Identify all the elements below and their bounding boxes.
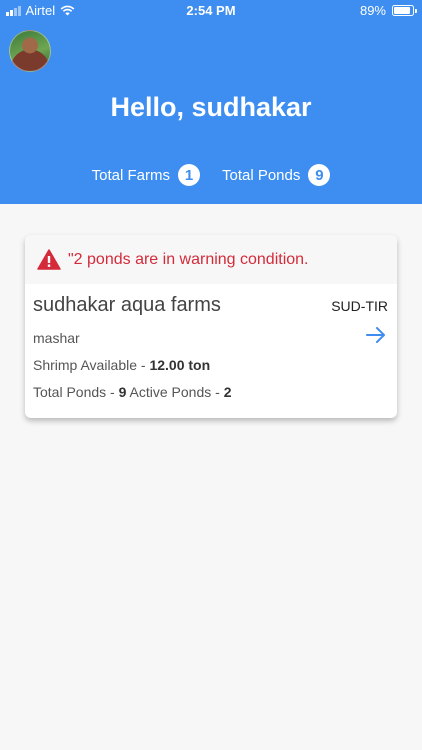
stat-total-ponds[interactable]: Total Ponds 9	[221, 164, 331, 186]
stat-total-farms[interactable]: Total Farms 1	[92, 164, 200, 186]
arrow-right-icon[interactable]	[365, 326, 387, 344]
farm-card[interactable]: "2 ponds are in warning condition. sudha…	[25, 235, 397, 418]
pond-counts: Total Ponds - 9 Active Ponds - 2	[33, 384, 389, 400]
farm-code: SUD-TIR	[331, 298, 388, 314]
total-ponds-label: Total Ponds -	[33, 384, 119, 400]
greeting-title: Hello, sudhakar	[110, 92, 312, 122]
stat-label: Total Farms	[91, 166, 170, 184]
farm-details: sudhakar aqua farms SUD-TIR mashar Shrim…	[25, 284, 397, 400]
shrimp-available: Shrimp Available - 12.00 ton	[33, 357, 389, 373]
active-ponds-label: Active Ponds -	[126, 384, 224, 400]
warning-text: "2 ponds are in warning condition.	[68, 250, 309, 268]
status-right: 89%	[359, 3, 417, 18]
stat-count-badge: 1	[177, 164, 200, 186]
farm-location: mashar	[33, 330, 80, 346]
active-ponds-value: 2	[223, 384, 232, 400]
status-time: 2:54 PM	[186, 3, 236, 18]
avatar[interactable]	[9, 30, 51, 72]
stat-label: Total Ponds	[221, 166, 301, 184]
shrimp-label: Shrimp Available -	[33, 357, 150, 373]
stat-count-badge: 9	[308, 164, 331, 186]
warning-icon	[37, 249, 61, 270]
stats-row: Total Farms 1 Total Ponds 9	[0, 164, 422, 186]
status-bar: Airtel 2:54 PM 89%	[0, 0, 422, 22]
battery-percent: 89%	[359, 3, 386, 18]
battery-icon	[392, 5, 417, 16]
warning-banner[interactable]: "2 ponds are in warning condition.	[25, 235, 397, 284]
header: Airtel 2:54 PM 89% Hello, sudhakar Total…	[0, 0, 422, 204]
shrimp-value: 12.00 ton	[149, 357, 211, 373]
